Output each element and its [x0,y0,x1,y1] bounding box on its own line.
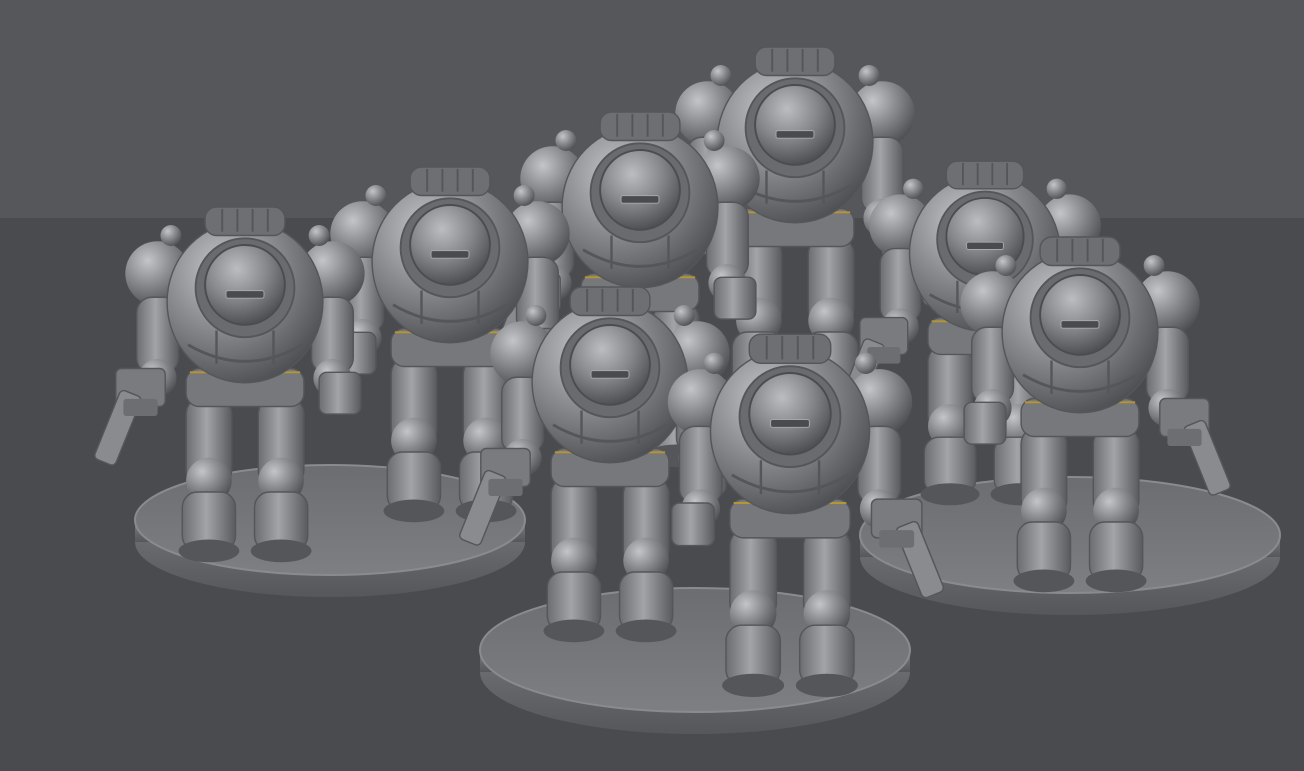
stud [1143,255,1165,276]
stud [160,225,182,246]
visor-slit [966,241,1004,250]
stud [673,305,695,326]
stud [513,185,535,206]
stud [710,65,732,86]
helmet-dome [748,372,832,456]
stud [525,305,547,326]
gauntlet [318,371,362,415]
helmet-dome [599,149,681,231]
stud [854,352,877,374]
boot-sole [795,673,858,697]
stud [903,178,924,199]
helmet-dome [409,204,491,286]
backpack-vent [409,166,491,197]
stud [365,185,387,206]
gauntlet [713,276,757,320]
boot-sole [543,619,605,643]
visor-slit [775,130,815,139]
backpack-vent [1039,236,1121,267]
boot-sole [1013,569,1075,593]
gauntlet [963,401,1007,445]
stud [1046,178,1067,199]
backpack-vent [204,206,286,237]
visor-slit [225,290,265,299]
rifle-grip [879,530,915,548]
boot-sole [722,673,785,697]
backpack-vent [599,111,681,142]
helmet-dome [204,244,286,326]
scene-canvas [0,0,1304,771]
stud [858,65,880,86]
visor-slit [620,195,660,204]
visor-slit [770,419,810,428]
visor-slit [1060,320,1100,329]
gauntlet [670,502,716,547]
boot-sole [615,619,677,643]
render-viewport [0,0,1304,771]
boot-sole [178,539,240,563]
backpack-vent [569,286,651,317]
stud [995,255,1017,276]
stud [308,225,330,246]
helmet-dome [569,324,651,406]
helmet-dome [754,84,836,166]
rifle-grip [488,478,523,496]
stud [703,130,725,151]
helmet-dome [1039,274,1121,356]
backpack-vent [945,160,1025,190]
rifle-grip [123,398,158,416]
boot-sole [250,539,312,563]
boot-sole [1085,569,1147,593]
rifle-grip [1167,428,1202,446]
backpack-vent [748,333,832,365]
boot-sole [383,499,445,523]
stud [703,352,726,374]
stud [555,130,577,151]
visor-slit [430,250,470,259]
backpack-vent [754,46,836,77]
boot-sole [920,483,980,506]
visor-slit [590,370,630,379]
